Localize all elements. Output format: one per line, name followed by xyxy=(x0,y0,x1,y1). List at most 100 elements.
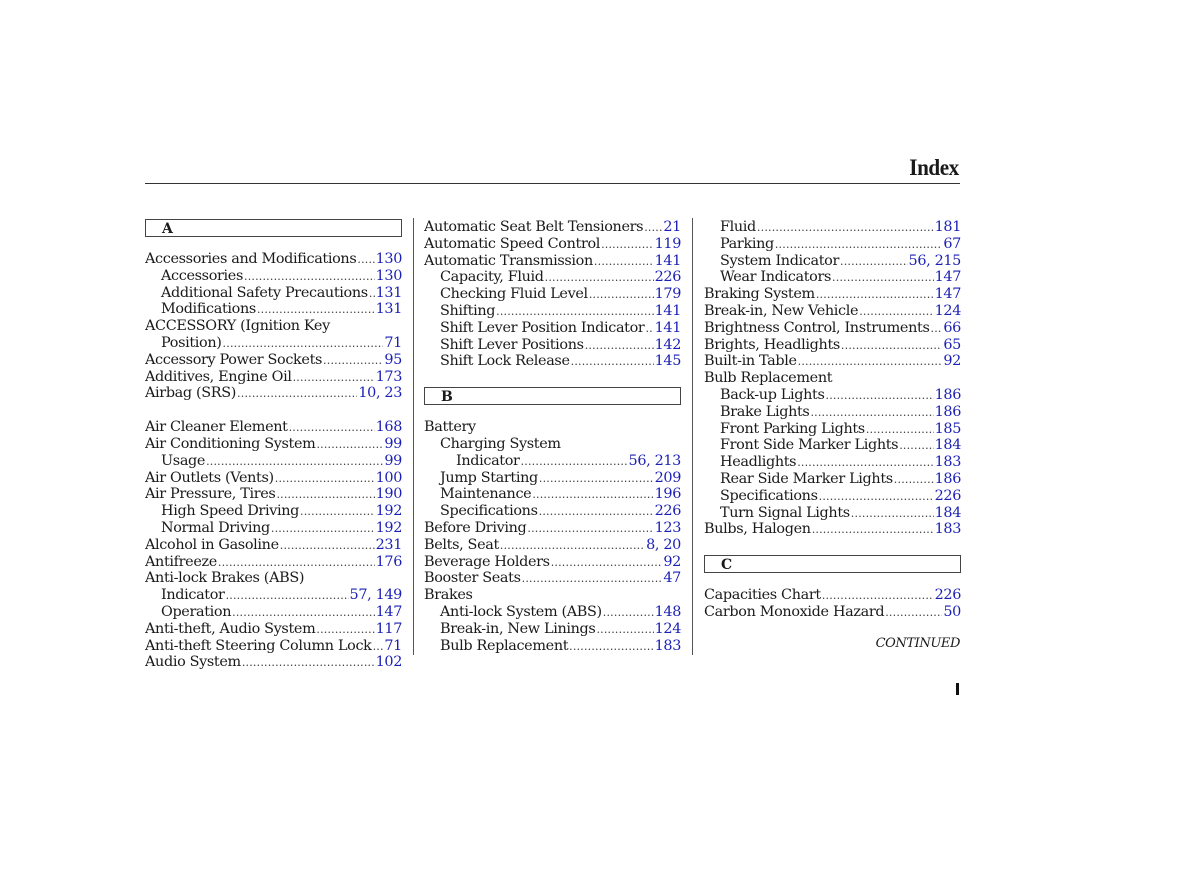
page-number-link[interactable]: 67 xyxy=(943,236,961,253)
page-number-link[interactable]: 65 xyxy=(943,337,961,354)
page-number-link[interactable]: 99 xyxy=(384,453,402,470)
page-number-link[interactable]: 186 xyxy=(935,404,961,421)
entry-label: Belts, Seat xyxy=(424,536,499,553)
page-number-link[interactable]: 8, 20 xyxy=(646,537,681,554)
page-number-link[interactable]: 231 xyxy=(376,537,402,554)
entry-label: Before Driving xyxy=(424,519,527,536)
page-number-link[interactable]: 102 xyxy=(376,654,402,671)
page-number-link[interactable]: 92 xyxy=(943,353,961,370)
page-number-link[interactable]: 56, 215 xyxy=(909,253,961,270)
entry-label: Capacities Chart xyxy=(704,587,821,604)
dot-leader xyxy=(645,321,653,337)
page-number-link[interactable]: 184 xyxy=(935,505,961,522)
dot-leader xyxy=(594,254,654,270)
page-number-link[interactable]: 226 xyxy=(935,587,961,604)
dot-leader xyxy=(644,220,662,236)
page-number-link[interactable]: 71 xyxy=(384,638,402,655)
index-subentry: Fluid 181 xyxy=(704,219,961,236)
page-number-link[interactable]: 183 xyxy=(935,521,961,538)
index-subentry: Charging System xyxy=(424,436,681,453)
page-number-link[interactable]: 209 xyxy=(655,470,681,487)
dot-leader xyxy=(569,639,653,655)
page-number-link[interactable]: 119 xyxy=(655,236,681,253)
page-number-link[interactable]: 124 xyxy=(655,621,681,638)
dot-leader xyxy=(522,571,663,587)
page-number-link[interactable]: 117 xyxy=(376,621,402,638)
page-number-link[interactable]: 142 xyxy=(655,337,681,354)
page-number-link[interactable]: 183 xyxy=(935,454,961,471)
page-number-link[interactable]: 141 xyxy=(655,303,681,320)
dot-leader xyxy=(812,522,934,538)
page-number-link[interactable]: 99 xyxy=(384,436,402,453)
page-number-link[interactable]: 66 xyxy=(943,320,961,337)
page-number-link[interactable]: 192 xyxy=(376,503,402,520)
page-number-link[interactable]: 147 xyxy=(935,269,961,286)
entry-label: Bulbs, Halogen xyxy=(704,521,811,538)
index-subentry: Usage 99 xyxy=(145,453,402,470)
dot-leader xyxy=(300,504,375,520)
dot-leader xyxy=(373,639,384,655)
index-subentry: Checking Fluid Level 179 xyxy=(424,286,681,303)
page-number-link[interactable]: 181 xyxy=(935,219,961,236)
dot-leader xyxy=(289,420,375,436)
index-subentry: Parking 67 xyxy=(704,236,961,253)
page-number-link[interactable]: 50 xyxy=(943,604,961,621)
entry-label: System Indicator xyxy=(720,252,840,269)
page-number-link[interactable]: 190 xyxy=(376,486,402,503)
index-subentry: Accessories 130 xyxy=(145,268,402,285)
page-number-link[interactable]: 141 xyxy=(655,320,681,337)
index-entry: Alcohol in Gasoline 231 xyxy=(145,537,402,554)
page-number-link[interactable]: 56, 213 xyxy=(629,453,681,470)
dot-leader xyxy=(885,605,942,621)
page-number-link[interactable]: 71 xyxy=(384,335,402,352)
entry-label: Anti-theft Steering Column Lock xyxy=(145,637,372,654)
index-subentry: Front Parking Lights 185 xyxy=(704,421,961,438)
index-entry: Brakes xyxy=(424,587,681,604)
page-number-link[interactable]: 57, 149 xyxy=(350,587,402,604)
page-number-link[interactable]: 145 xyxy=(655,353,681,370)
index-entry: ACCESSORY (Ignition Key xyxy=(145,318,402,335)
dot-leader xyxy=(232,605,374,621)
dot-leader xyxy=(894,472,934,488)
page-number-link[interactable]: 124 xyxy=(935,303,961,320)
page-number-link[interactable]: 130 xyxy=(376,251,402,268)
page-number-link[interactable]: 147 xyxy=(376,604,402,621)
index-entry: Air Cleaner Element 168 xyxy=(145,419,402,436)
page-number-link[interactable]: 192 xyxy=(376,520,402,537)
index-entry: Brightness Control, Instruments 66 xyxy=(704,320,961,337)
page-number-link[interactable]: 176 xyxy=(376,554,402,571)
page-number-link[interactable]: 141 xyxy=(655,253,681,270)
page-number-link[interactable]: 100 xyxy=(376,470,402,487)
page-number-link[interactable]: 92 xyxy=(663,554,681,571)
page-number-link[interactable]: 226 xyxy=(655,269,681,286)
page-number-link[interactable]: 168 xyxy=(376,419,402,436)
page-number-link[interactable]: 10, 23 xyxy=(358,385,402,402)
column-divider xyxy=(413,218,414,655)
page-number-link[interactable]: 21 xyxy=(663,219,681,236)
index-subentry: Jump Starting 209 xyxy=(424,470,681,487)
page-number-link[interactable]: 183 xyxy=(655,638,681,655)
page-number-link[interactable]: 95 xyxy=(384,352,402,369)
index-subentry: Turn Signal Lights 184 xyxy=(704,505,961,522)
page-number-link[interactable]: 184 xyxy=(935,437,961,454)
page-number-link[interactable]: 130 xyxy=(376,268,402,285)
entry-label: Maintenance xyxy=(440,486,532,503)
page-number-link[interactable]: 131 xyxy=(376,301,402,318)
page-number-link[interactable]: 226 xyxy=(935,488,961,505)
page-number-link[interactable]: 173 xyxy=(376,369,402,386)
page-number-link[interactable]: 47 xyxy=(663,570,681,587)
page-number-link[interactable]: 147 xyxy=(935,286,961,303)
page-number-link[interactable]: 131 xyxy=(376,285,402,302)
entry-label: Airbag (SRS) xyxy=(145,385,237,402)
page-number-link[interactable]: 123 xyxy=(655,520,681,537)
dot-leader xyxy=(841,338,942,354)
dot-leader xyxy=(775,237,943,253)
page-number-link[interactable]: 196 xyxy=(655,486,681,503)
page-number-link[interactable]: 186 xyxy=(935,387,961,404)
page-number-link[interactable]: 226 xyxy=(655,503,681,520)
page-number-link[interactable]: 148 xyxy=(655,604,681,621)
dot-leader xyxy=(280,538,375,554)
page-number-link[interactable]: 179 xyxy=(655,286,681,303)
page-number-link[interactable]: 186 xyxy=(935,471,961,488)
page-number-link[interactable]: 185 xyxy=(935,421,961,438)
